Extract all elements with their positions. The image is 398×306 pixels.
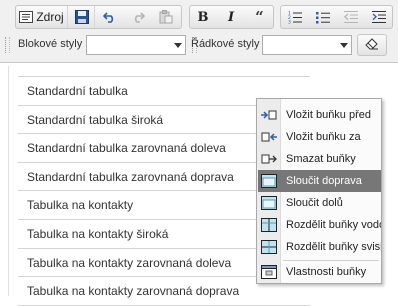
chevron-down-icon: [174, 43, 182, 48]
menu-item-label: Rozdělit buňky vodorovně: [286, 219, 381, 231]
bold-button[interactable]: B: [190, 6, 216, 28]
svg-text:3: 3: [288, 20, 291, 25]
remove-format-button[interactable]: [357, 34, 387, 56]
editor-toolbar: Zdroj B I “ 1 2 3 Blokové styly Řádkové …: [0, 0, 398, 63]
toolbar-group-format: B I “: [189, 5, 274, 29]
menu-item-split-vertical[interactable]: Rozdělit buňky svisle: [258, 236, 381, 258]
menu-item-label: Vlastnosti buňky: [286, 266, 367, 278]
menu-item-label: Vložit buňku před: [286, 109, 371, 121]
italic-icon: I: [227, 9, 235, 25]
block-styles-label: Blokové styly: [18, 38, 83, 50]
split-vertical-icon: [258, 240, 280, 254]
outdent-button[interactable]: [337, 6, 364, 28]
quote-icon: “: [255, 8, 264, 26]
redo-icon: [131, 11, 145, 23]
toolbar-row-styles: Blokové styly Řádkové styly: [0, 34, 398, 56]
chevron-down-icon: [340, 43, 348, 48]
menu-item-split-horizontal[interactable]: Rozdělit buňky vodorovně: [258, 214, 381, 236]
outdent-icon: [343, 10, 358, 24]
menu-item-cell-properties[interactable]: Vlastnosti buňky: [258, 261, 381, 283]
source-icon: [19, 11, 34, 23]
insert-cell-before-icon: [258, 109, 280, 121]
bulleted-list-button[interactable]: [309, 6, 336, 28]
insert-cell-after-icon: [258, 131, 280, 143]
split-horizontal-icon: [258, 218, 280, 232]
toolbar-group-document: Zdroj: [15, 5, 182, 29]
bold-icon: B: [197, 9, 209, 25]
eraser-icon: [365, 37, 379, 53]
menu-item-label: Vložit buňku za: [286, 131, 361, 143]
toolbar-grip: [5, 37, 10, 53]
undo-icon: [102, 11, 117, 23]
menu-item-merge-right[interactable]: Sloučit doprava: [258, 170, 381, 192]
indent-button[interactable]: [365, 6, 392, 28]
toolbar-group-lists: 123: [280, 5, 393, 29]
menu-item-merge-down[interactable]: Sloučit dolů: [258, 192, 381, 214]
blockquote-button[interactable]: “: [246, 6, 273, 28]
save-button[interactable]: [69, 6, 95, 28]
inline-styles-dropdown[interactable]: [262, 35, 352, 55]
merge-right-icon: [258, 174, 280, 188]
paste-button[interactable]: [152, 6, 180, 28]
save-icon: [74, 10, 89, 24]
numbered-list-icon: 123: [288, 10, 302, 24]
numbered-list-button[interactable]: 123: [281, 6, 308, 28]
bulleted-list-icon: [315, 10, 330, 24]
source-button[interactable]: Zdroj: [16, 6, 68, 28]
content-left-rule: [8, 66, 9, 296]
cell-properties-icon: [258, 265, 280, 279]
menu-item-insert-cell-after[interactable]: Vložit buňku za: [258, 126, 381, 148]
italic-button[interactable]: I: [218, 6, 244, 28]
menu-item-label: Smazat buňky: [286, 153, 356, 165]
menu-item-label: Sloučit doprava: [286, 175, 362, 187]
menu-item-label: Sloučit dolů: [286, 197, 343, 209]
block-styles-dropdown[interactable]: [86, 35, 186, 55]
cell-context-menu: Vložit buňku před Vložit buňku za Smazat…: [256, 98, 382, 284]
merge-down-icon: [258, 196, 280, 210]
menu-item-delete-cells[interactable]: Smazat buňky: [258, 148, 381, 170]
delete-cells-icon: [258, 153, 280, 165]
redo-button[interactable]: [124, 6, 151, 28]
undo-button[interactable]: [96, 6, 123, 28]
menu-item-insert-cell-before[interactable]: Vložit buňku před: [258, 104, 381, 126]
source-label: Zdroj: [36, 10, 64, 24]
inline-styles-label: Řádkové styly: [191, 38, 260, 50]
menu-item-label: Rozdělit buňky svisle: [286, 241, 382, 253]
paste-icon: [159, 10, 173, 24]
indent-icon: [371, 10, 386, 24]
